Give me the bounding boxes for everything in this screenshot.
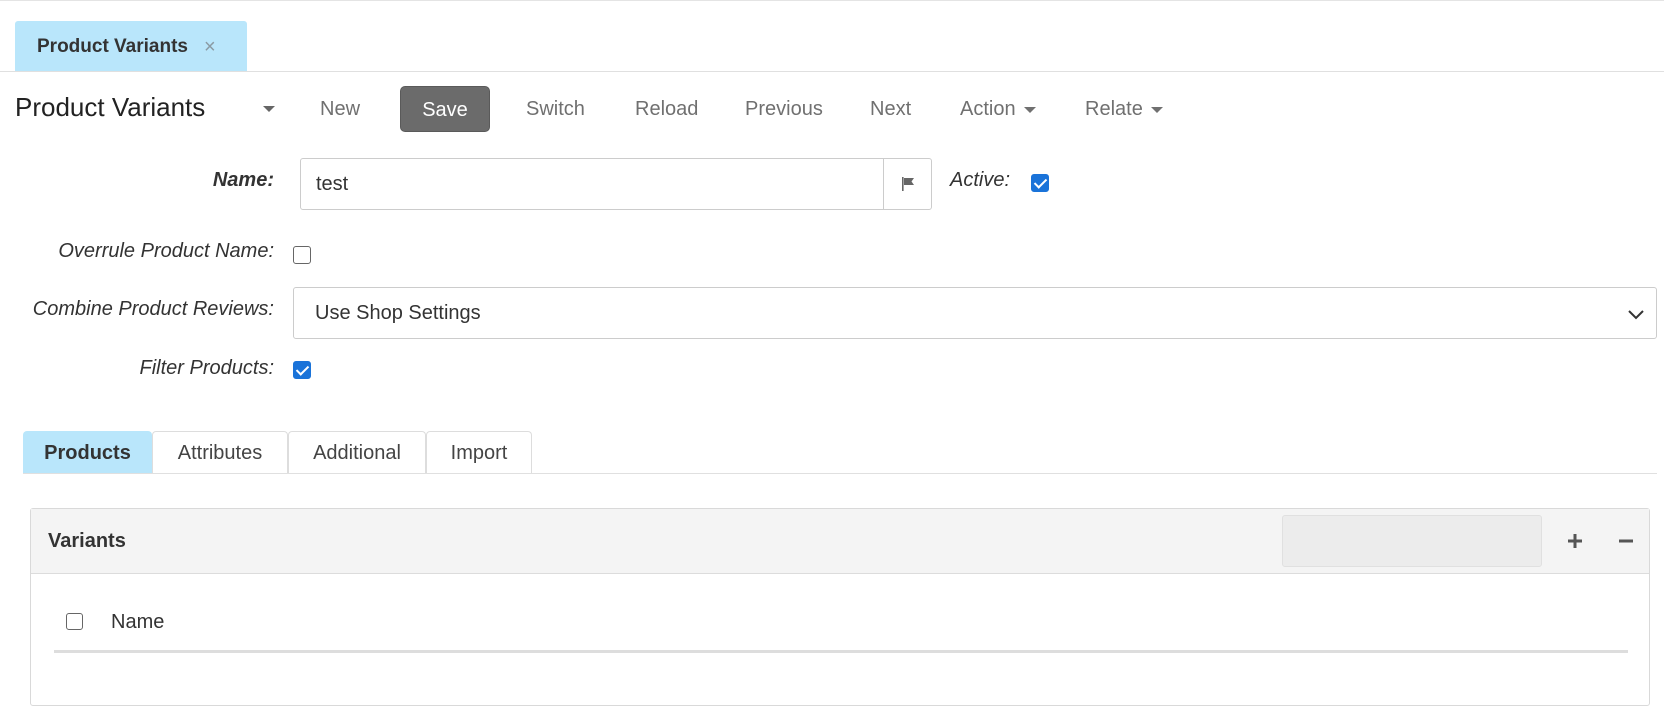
variants-panel: Variants Name bbox=[30, 508, 1650, 706]
remove-button[interactable] bbox=[1608, 523, 1644, 559]
combine-product-reviews-select[interactable]: Use Shop Settings bbox=[293, 287, 1657, 339]
action-label: Action bbox=[960, 98, 1016, 120]
tab-products[interactable]: Products bbox=[23, 431, 152, 474]
next-button[interactable]: Next bbox=[870, 86, 911, 132]
view-title: Product Variants bbox=[15, 92, 206, 122]
tabs-divider bbox=[23, 473, 1657, 474]
select-all-checkbox[interactable] bbox=[66, 613, 83, 630]
column-header-name[interactable]: Name bbox=[111, 599, 164, 645]
action-menu-button[interactable]: Action bbox=[960, 86, 1036, 132]
top-border bbox=[0, 0, 1664, 1]
caret-down-icon bbox=[1023, 106, 1036, 113]
document-tab-strip bbox=[0, 71, 1664, 72]
tab-additional[interactable]: Additional bbox=[288, 431, 426, 474]
filter-products-checkbox[interactable] bbox=[293, 361, 311, 379]
panel-search-input[interactable] bbox=[1282, 515, 1542, 567]
flag-icon bbox=[901, 177, 914, 191]
select-value: Use Shop Settings bbox=[315, 302, 481, 324]
toolbar: Product Variants New Save Switch Reload … bbox=[0, 86, 1664, 134]
active-checkbox[interactable] bbox=[1031, 174, 1049, 192]
save-button[interactable]: Save bbox=[400, 86, 490, 132]
minus-icon bbox=[1619, 539, 1633, 543]
close-icon[interactable]: × bbox=[204, 37, 216, 57]
plus-icon bbox=[1568, 534, 1582, 548]
filter-products-label: Filter Products: bbox=[139, 357, 274, 379]
tab-attributes[interactable]: Attributes bbox=[152, 431, 288, 474]
relate-menu-button[interactable]: Relate bbox=[1085, 86, 1163, 132]
add-button[interactable] bbox=[1557, 523, 1593, 559]
active-label: Active: bbox=[950, 169, 1011, 191]
reload-button[interactable]: Reload bbox=[635, 86, 698, 132]
chevron-down-icon bbox=[1628, 310, 1644, 320]
previous-button[interactable]: Previous bbox=[745, 86, 823, 132]
panel-title: Variants bbox=[48, 530, 126, 552]
tab-import[interactable]: Import bbox=[426, 431, 532, 474]
document-tab-label: Product Variants bbox=[37, 35, 188, 57]
caret-down-icon bbox=[1150, 106, 1163, 113]
switch-button[interactable]: Switch bbox=[526, 86, 585, 132]
relate-label: Relate bbox=[1085, 98, 1143, 120]
name-label: Name: bbox=[212, 169, 274, 191]
grid-header-row: Name bbox=[54, 599, 1628, 653]
panel-header: Variants bbox=[31, 509, 1649, 574]
document-tab-product-variants[interactable]: Product Variants × bbox=[15, 21, 247, 72]
combine-product-reviews-label: Combine Product Reviews: bbox=[32, 298, 274, 320]
overrule-product-name-label: Overrule Product Name: bbox=[58, 240, 274, 262]
name-value[interactable]: test bbox=[301, 159, 883, 209]
overrule-product-name-checkbox[interactable] bbox=[293, 246, 311, 264]
caret-down-icon[interactable] bbox=[263, 106, 275, 112]
new-button[interactable]: New bbox=[320, 86, 360, 132]
translate-button[interactable] bbox=[883, 159, 931, 209]
name-field[interactable]: test bbox=[300, 158, 932, 210]
